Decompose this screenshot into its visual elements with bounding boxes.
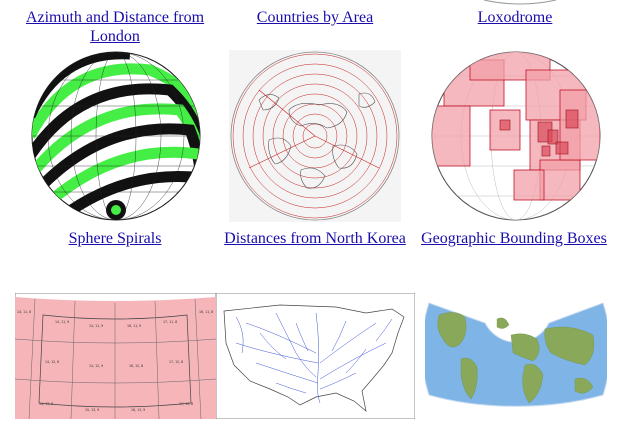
grid-cell-label: 17, 12, 8 <box>169 360 183 364</box>
grid-cell-label: 14, 12, 9 <box>89 364 103 368</box>
bounding-boxes-link[interactable]: Geographic Bounding Boxes <box>414 229 614 248</box>
grid-cell-label: 17, 13, 8 <box>179 402 193 406</box>
grid-cell-label: 14, 11, 9 <box>89 324 103 328</box>
azimuth-distance-london-link[interactable]: Azimuth and Distance from London <box>10 8 220 46</box>
grid-cell-label: 14, 12, 8 <box>45 360 59 364</box>
countries-by-area-link[interactable]: Countries by Area <box>230 8 400 27</box>
azimuth-label-line1: Azimuth and Distance from <box>25 9 205 26</box>
azimuthal-distance-map-icon <box>229 50 401 222</box>
sphere-spirals-link[interactable]: Sphere Spirals <box>30 229 200 248</box>
conic-world-map-icon <box>425 302 607 407</box>
azimuth-label-line2: London <box>90 28 140 45</box>
grid-cell-label: 16, 12, 8 <box>129 364 143 368</box>
tile-grid-map-icon: 14, 11, 8 14, 11, 9 14, 11, 9 16, 11, 9 … <box>15 293 216 419</box>
bounding-boxes-thumbnail[interactable] <box>430 50 602 222</box>
distances-north-korea-thumbnail[interactable] <box>229 50 401 222</box>
us-rivers-map-icon <box>216 293 415 419</box>
grid-cell-label: 15, 13, 9 <box>85 408 99 412</box>
sphere-spirals-globe-icon <box>31 51 201 221</box>
grid-cell-label: 16, 11, 8 <box>199 310 213 314</box>
bounding-box-globe-icon <box>431 51 601 221</box>
grid-cell-label: 14, 13, 8 <box>39 402 53 406</box>
tile-grid-thumbnail[interactable]: 14, 11, 8 14, 11, 9 14, 11, 9 16, 11, 9 … <box>15 293 216 419</box>
loxodrome-link[interactable]: Loxodrome <box>440 8 590 27</box>
conic-world-thumbnail[interactable] <box>425 295 607 420</box>
grid-cell-label: 17, 11, 8 <box>163 320 177 324</box>
us-rivers-thumbnail[interactable] <box>216 293 415 419</box>
loxodrome-thumbnail-edge[interactable] <box>480 0 560 6</box>
grid-cell-label: 16, 11, 9 <box>127 324 141 328</box>
grid-cell-label: 16, 13, 9 <box>131 408 145 412</box>
sphere-spirals-thumbnail[interactable] <box>30 50 202 222</box>
grid-cell-label: 14, 11, 8 <box>17 310 31 314</box>
distances-north-korea-link[interactable]: Distances from North Korea <box>215 229 415 248</box>
grid-cell-label: 14, 11, 9 <box>55 320 69 324</box>
